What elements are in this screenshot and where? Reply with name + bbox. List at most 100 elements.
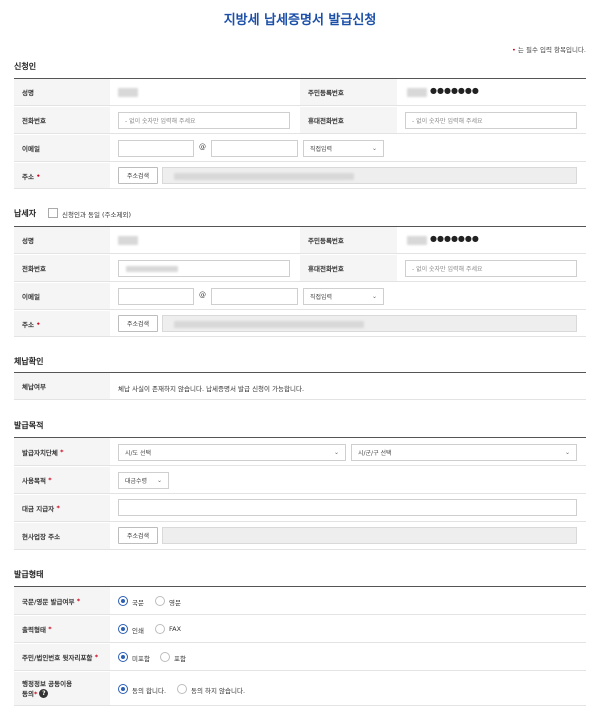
issue-row-language: 국문/영문 발급여부 * 국문 영문 [14, 587, 586, 615]
payer-input[interactable] [118, 499, 577, 516]
chevron-down-icon: ⌄ [371, 145, 377, 152]
taxpayer-email-label: 이메일 [14, 283, 110, 309]
help-icon[interactable]: ? [39, 689, 49, 698]
use-label: 사용목적 * [14, 467, 110, 493]
radio-print[interactable] [118, 624, 128, 634]
issue-row-share: 행정정보 공동이용 동의*? 동의 합니다. 동의 하지 않습니다. [14, 672, 586, 706]
radio-agree[interactable] [118, 684, 128, 694]
required-note: • 는 필수 입력 항목입니다. [512, 44, 586, 54]
purpose-row-use: 사용목적 * 대금수령 ⌄ [14, 467, 586, 494]
applicant-email-domain-input[interactable] [211, 140, 298, 157]
applicant-email-at: @ [199, 143, 206, 151]
rrn-include-label: 주민/법인번호 뒷자리포함 * [14, 644, 110, 670]
radio-exclude-label: 미포함 [132, 655, 150, 663]
issue-row-output: 출력형태 * 인쇄 FAX [14, 616, 586, 643]
use-select[interactable]: 대금수령 ⌄ [118, 472, 169, 489]
payer-label-text: 대금 지급자 [22, 505, 55, 513]
applicant-row-address: 주소 • 주소검색 [14, 163, 586, 189]
use-select-value: 대금수령 [125, 478, 148, 485]
applicant-address-required: • [36, 171, 41, 180]
taxpayer-email-domain-input[interactable] [211, 288, 298, 305]
applicant-address-search-button[interactable]: 주소검색 [118, 167, 158, 184]
applicant-email-domain-select[interactable]: 직접입력 ⌄ [303, 140, 384, 157]
taxpayer-email-at: @ [199, 291, 206, 299]
radio-english-label: 영문 [169, 599, 181, 607]
language-required: * [76, 596, 81, 605]
applicant-name-value [118, 88, 138, 97]
arrears-row: 체납여부 체납 사실이 존재하지 않습니다. 납세증명서 발급 신청이 가능합니… [14, 373, 586, 400]
radio-korean[interactable] [118, 596, 128, 606]
applicant-address-label-text: 주소 [22, 172, 34, 181]
radio-print-label: 인쇄 [132, 627, 144, 635]
sigungu-select-value: 시/군/구 선택 [358, 450, 392, 457]
same-as-applicant-checkbox[interactable] [48, 208, 58, 218]
use-required: * [48, 476, 52, 484]
applicant-row-email: 이메일 @ 직접입력 ⌄ [14, 135, 586, 162]
chevron-down-icon: ⌄ [333, 449, 339, 456]
share-label-block: 행정정보 공동이용 동의*? [22, 679, 72, 699]
output-label-text: 출력형태 [22, 626, 46, 634]
taxpayer-section-title: 납세자 [14, 209, 37, 218]
applicant-rrn-label: 주민등록번호 [300, 79, 397, 105]
taxpayer-rrn-mask: ●●●●●●● [430, 234, 479, 243]
applicant-row-name: 성명 주민등록번호 ●●●●●●● [14, 79, 586, 106]
chevron-down-icon: ⌄ [156, 477, 162, 484]
radio-disagree[interactable] [177, 684, 187, 694]
chevron-down-icon: ⌄ [371, 293, 377, 300]
applicant-mobile-label: 휴대전화번호 [300, 107, 397, 133]
applicant-email-id-input[interactable] [118, 140, 194, 157]
radio-korean-label: 국문 [132, 599, 144, 607]
arrears-section-title: 체납확인 [14, 357, 44, 366]
payer-label: 대금 지급자 * [14, 495, 110, 521]
radio-fax[interactable] [155, 624, 165, 634]
applicant-phone-label: 전화번호 [14, 107, 110, 133]
taxpayer-email-domain-select[interactable]: 직접입력 ⌄ [303, 288, 384, 305]
site-address-search-button[interactable]: 주소검색 [118, 527, 158, 544]
output-required: * [48, 625, 52, 633]
purpose-row-site: 현사업장 주소 주소검색 [14, 523, 586, 550]
applicant-email-select-value: 직접입력 [310, 146, 333, 153]
arrears-label: 체납여부 [14, 373, 110, 399]
applicant-rrn-front [407, 88, 427, 97]
arrears-value: 체납 사실이 존재하지 않습니다. 납세증명서 발급 신청이 가능합니다. [118, 385, 305, 393]
taxpayer-phone-label: 전화번호 [14, 255, 110, 281]
taxpayer-rrn-front [407, 236, 427, 245]
taxpayer-mobile-input[interactable]: - 없이 숫자만 입력해 주세요 [405, 260, 577, 277]
taxpayer-address-search-button[interactable]: 주소검색 [118, 315, 158, 332]
taxpayer-email-select-value: 직접입력 [310, 294, 333, 301]
required-note-text: 는 필수 입력 항목입니다. [517, 46, 586, 54]
required-marker: • [512, 46, 516, 54]
taxpayer-name-value [118, 236, 138, 245]
radio-english[interactable] [155, 596, 165, 606]
applicant-name-label: 성명 [14, 79, 110, 105]
purpose-section-title: 발급목적 [14, 421, 44, 430]
taxpayer-rrn-label: 주민등록번호 [300, 227, 397, 253]
share-label-line1: 행정정보 공동이용 [22, 679, 73, 688]
taxpayer-address-label-text: 주소 [22, 320, 34, 329]
radio-fax-label: FAX [169, 625, 182, 633]
applicant-address-value [174, 173, 354, 180]
radio-include-label: 포함 [174, 655, 186, 663]
issue-form-section-title: 발급형태 [14, 570, 44, 579]
taxpayer-email-id-input[interactable] [118, 288, 194, 305]
applicant-email-label: 이메일 [14, 135, 110, 161]
radio-exclude[interactable] [118, 652, 128, 662]
applicant-address-label: 주소 • [14, 163, 110, 188]
sido-select[interactable]: 시/도 선택 ⌄ [118, 444, 346, 461]
radio-include[interactable] [160, 652, 170, 662]
taxpayer-row-address: 주소 • 주소검색 [14, 311, 586, 337]
share-label-line2: 동의 [22, 689, 34, 698]
taxpayer-phone-value [126, 266, 178, 272]
purpose-row-payer: 대금 지급자 * [14, 495, 586, 522]
site-address-input[interactable] [162, 527, 577, 544]
applicant-phone-input[interactable]: - 없이 숫자만 입력해 주세요 [118, 112, 290, 129]
taxpayer-row-name: 성명 주민등록번호 ●●●●●●● [14, 227, 586, 254]
taxpayer-row-email: 이메일 @ 직접입력 ⌄ [14, 283, 586, 310]
sido-select-value: 시/도 선택 [125, 450, 152, 457]
applicant-mobile-input[interactable]: - 없이 숫자만 입력해 주세요 [405, 112, 577, 129]
taxpayer-name-label: 성명 [14, 227, 110, 253]
share-label: 행정정보 공동이용 동의*? [14, 672, 110, 705]
share-required: * [33, 689, 38, 698]
sigungu-select[interactable]: 시/군/구 선택 ⌄ [351, 444, 577, 461]
same-as-applicant-label: 신청인과 동일 (주소제외) [62, 211, 132, 219]
